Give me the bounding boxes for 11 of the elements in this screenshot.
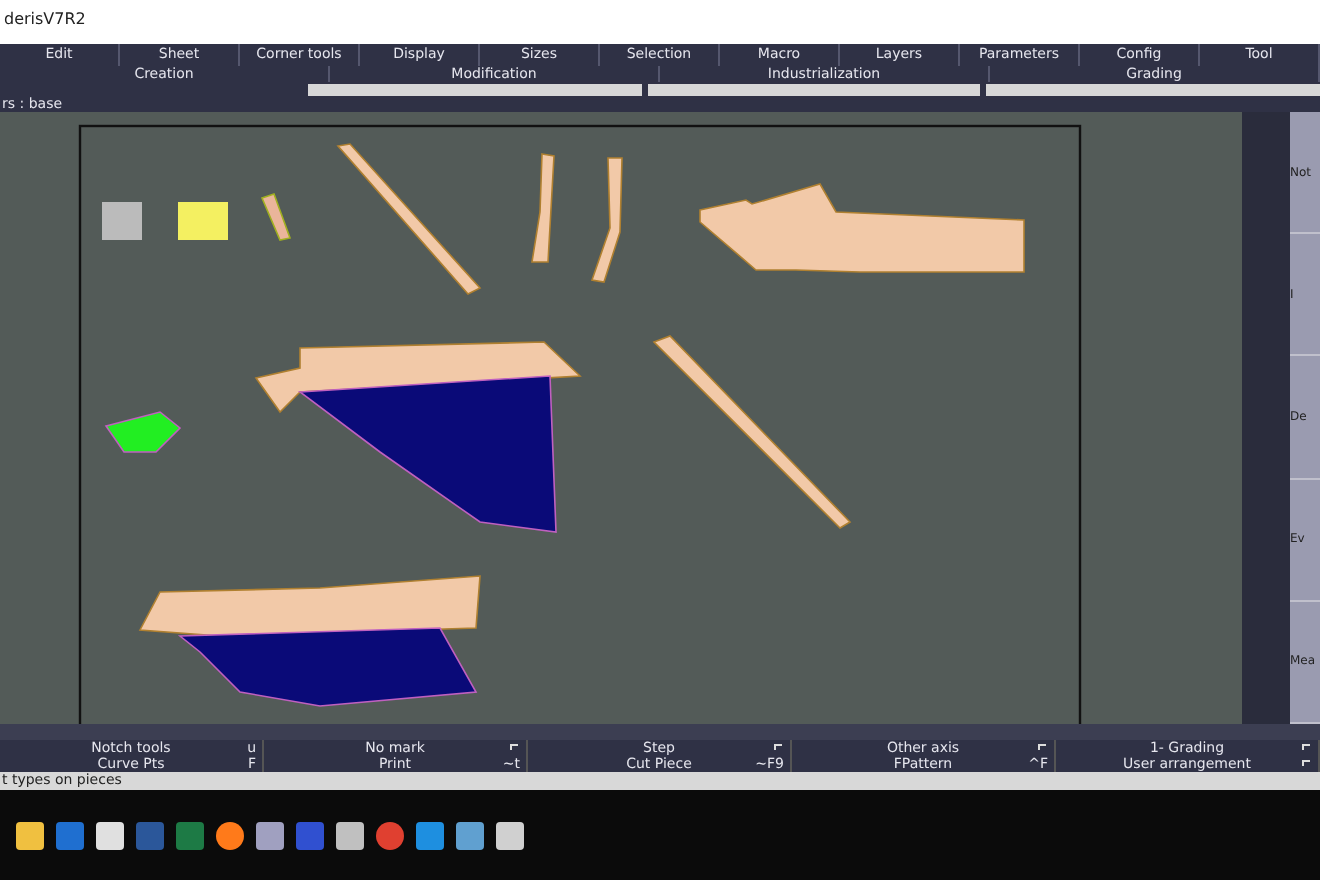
corner-icon [1302,760,1310,766]
corner-icon [1038,744,1046,750]
scrollbar[interactable] [0,724,1320,740]
input-field[interactable] [647,84,981,96]
corner-icon [774,744,782,750]
input-field[interactable] [308,84,642,96]
input-field[interactable] [986,84,1320,96]
scrollbar[interactable] [1242,112,1290,724]
window-title: derisV7R2 [4,10,86,28]
corner-icon [510,744,518,750]
corner-icon [1302,744,1310,750]
